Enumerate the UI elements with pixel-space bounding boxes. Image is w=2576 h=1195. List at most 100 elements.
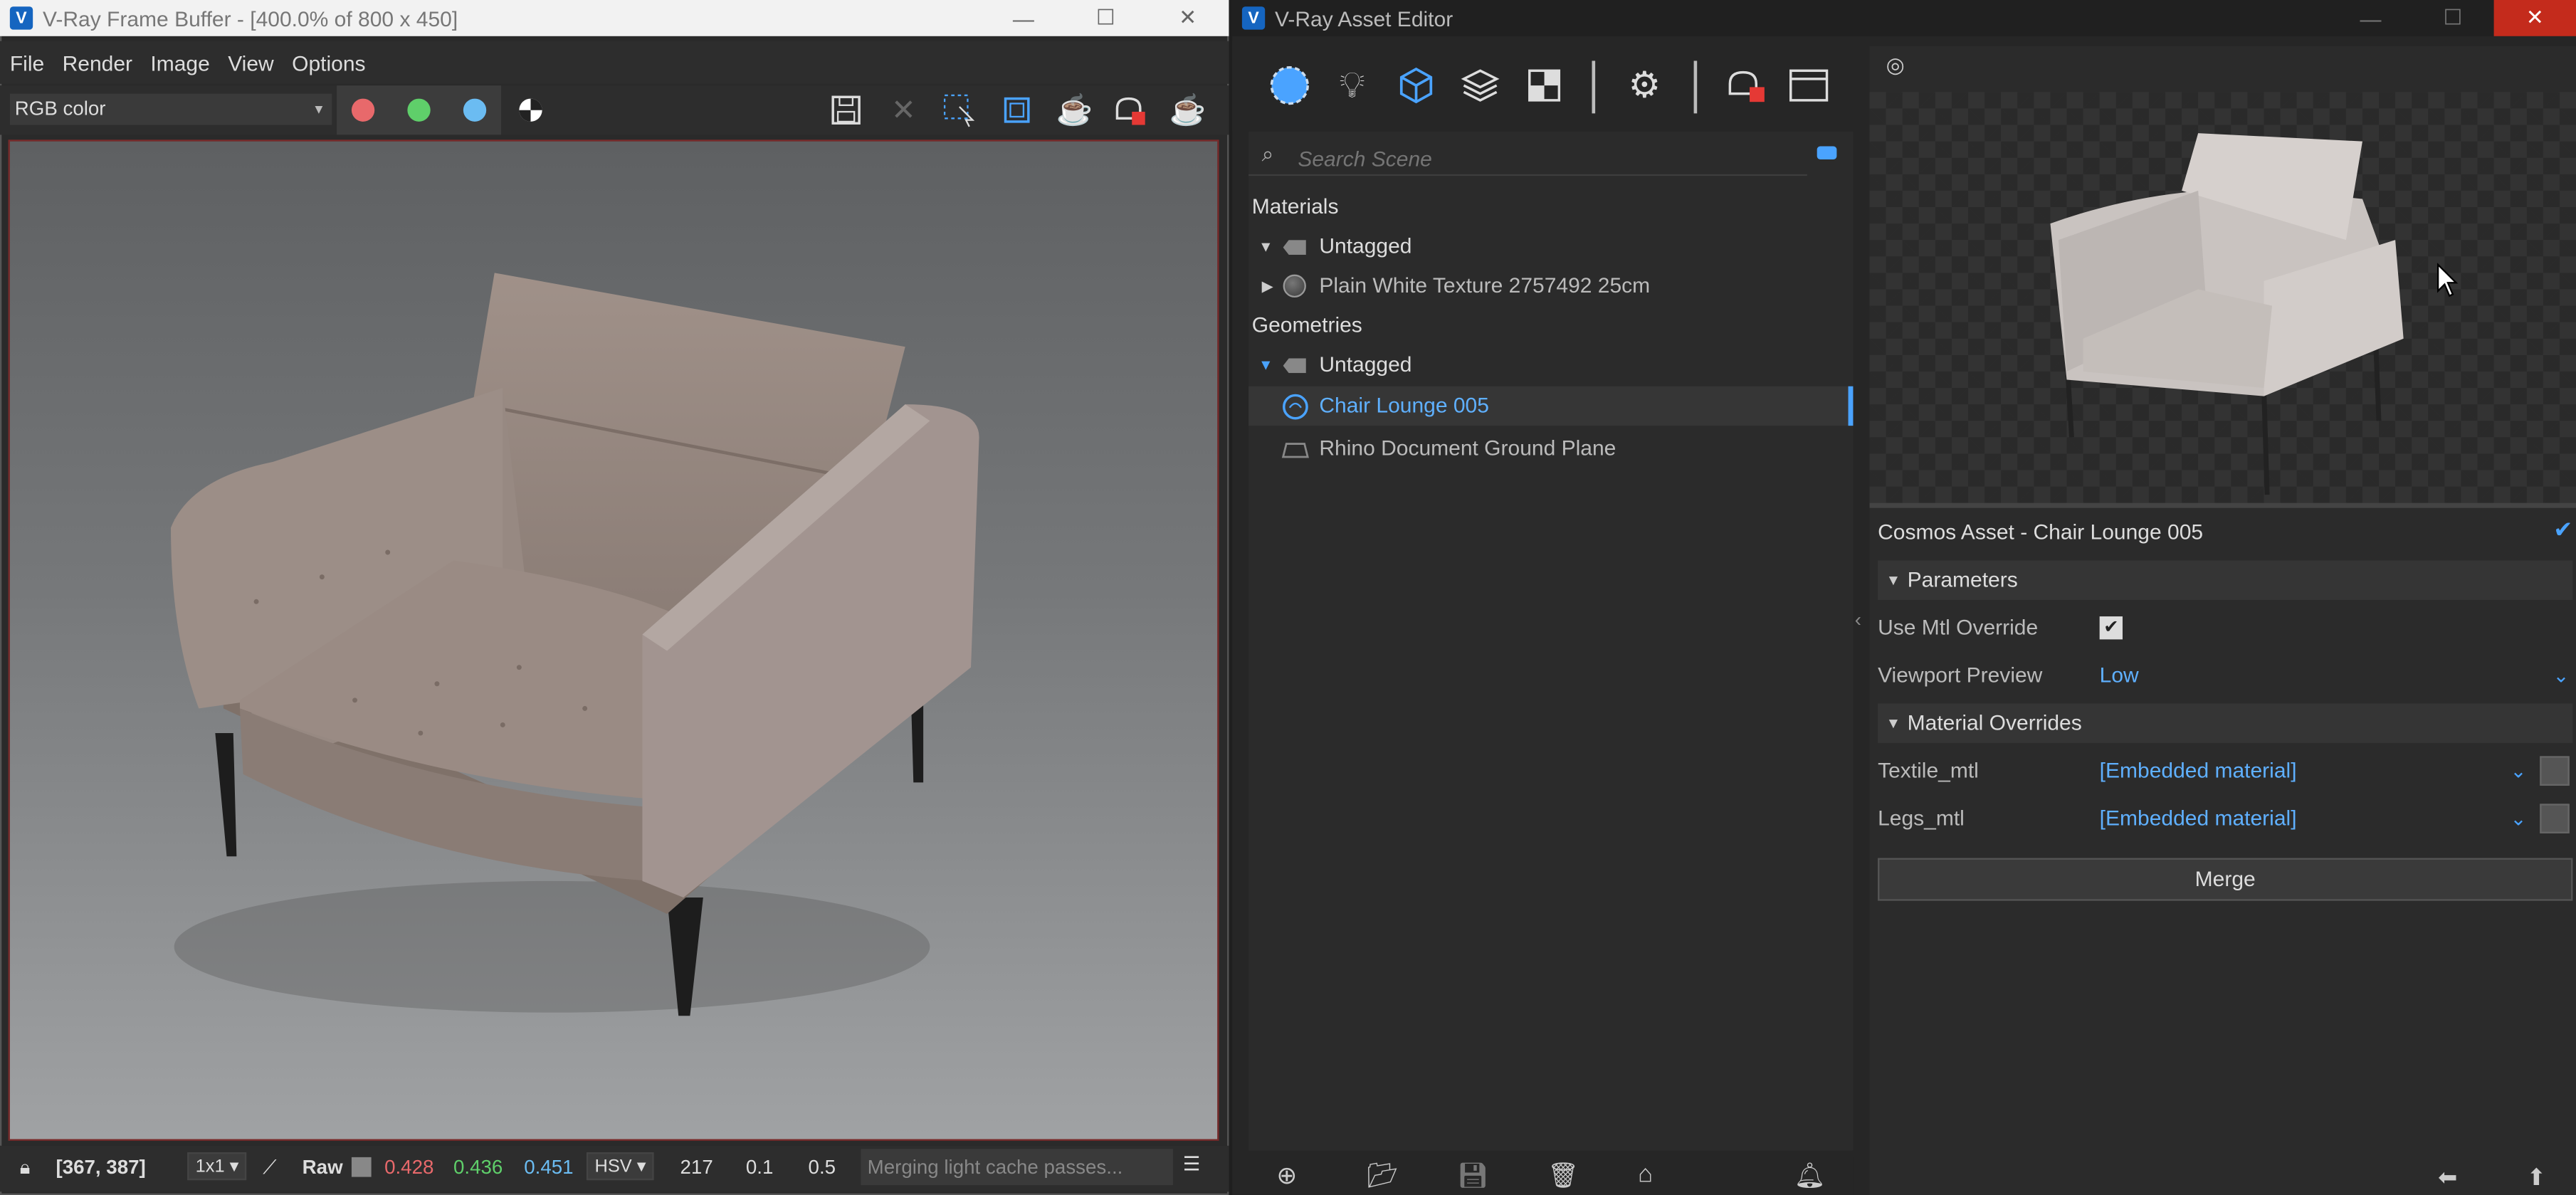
tree-header-materials[interactable]: Materials — [1248, 187, 1853, 226]
chevron-down-icon[interactable]: ⌄ — [2553, 658, 2570, 694]
save-image-icon[interactable] — [826, 90, 866, 130]
settings-gear-icon[interactable]: ⚙ — [1620, 60, 1669, 110]
arrow-up-icon[interactable]: ⬆ — [2527, 1164, 2546, 1191]
arrow-left-icon[interactable]: ⬅ — [2438, 1164, 2457, 1191]
properties-panel: ◎ Cosmos Asset - Chair Lounge 005 ✔ Para… — [1869, 46, 2576, 1195]
viewport-preview-select[interactable]: Low — [2100, 658, 2139, 694]
tree-header-geometries[interactable]: Geometries — [1248, 306, 1853, 345]
minimize-icon[interactable]: — — [2330, 0, 2412, 36]
material-item-label: Plain White Texture 2757492 25cm — [1319, 273, 1651, 298]
menu-image[interactable]: Image — [141, 50, 219, 75]
save-icon[interactable]: 💾︎ — [1457, 1160, 1488, 1190]
tag-icon — [1283, 240, 1306, 255]
lights-icon[interactable]: 💡︎ — [1328, 60, 1377, 110]
material-overrides-header-label: Material Overrides — [1907, 710, 2082, 735]
menu-options[interactable]: Options — [282, 50, 374, 75]
red-channel-button[interactable] — [351, 98, 375, 122]
merge-button[interactable]: Merge — [1878, 858, 2573, 901]
chevron-down-icon[interactable]: ⌄ — [2511, 801, 2527, 837]
chevron-left-icon[interactable]: ‹ — [1855, 609, 1861, 631]
outliner-bottom-toolbar: ⊕ 📂︎ 💾︎ 🗑︎ ⌂ 🔔︎ — [1248, 1157, 1854, 1195]
menu-file[interactable]: File — [0, 50, 53, 75]
delete-icon[interactable]: 🗑︎ — [1547, 1160, 1579, 1190]
teapot-render-icon[interactable] — [1110, 90, 1150, 130]
gamma-curve-icon[interactable]: ⟋ — [263, 1156, 276, 1181]
texture-slot-icon[interactable] — [2540, 804, 2570, 833]
render-status-message: Merging light cache passes... — [861, 1149, 1173, 1186]
tree-tag-untagged-geometries[interactable]: ▼ Untagged — [1248, 345, 1853, 384]
alpha-channel-icon[interactable] — [511, 90, 550, 130]
enabled-check-icon[interactable]: ✔ — [2553, 516, 2572, 544]
log-icon[interactable]: ☰ — [1183, 1152, 1201, 1175]
chevron-down-icon[interactable]: ⌄ — [2511, 753, 2527, 789]
ratio-select[interactable]: 1x1 ▾ — [187, 1152, 247, 1181]
tag-icon — [1283, 358, 1306, 374]
color-space-value: HSV — [594, 1157, 632, 1177]
tag-filter-icon[interactable] — [1817, 146, 1837, 160]
toolbar-divider — [1693, 60, 1698, 114]
maximize-icon[interactable]: ☐ — [1065, 0, 1147, 36]
close-icon[interactable]: ✕ — [2493, 0, 2576, 36]
geometries-header-label: Geometries — [1251, 312, 1362, 337]
tree-item-chair-lounge[interactable]: Chair Lounge 005 — [1248, 386, 1854, 426]
pixel-g-value: 0.436 — [453, 1155, 503, 1179]
tree-item-ground-plane[interactable]: Rhino Document Ground Plane — [1248, 429, 1853, 468]
clear-image-icon[interactable]: ✕ — [884, 90, 923, 130]
expand-right-icon[interactable]: ▶ — [1262, 266, 1273, 305]
textile-mtl-select[interactable]: [Embedded material] — [2100, 753, 2297, 789]
use-mtl-override-checkbox[interactable]: ✔ — [2099, 616, 2123, 640]
preview-settings-icon[interactable]: ◎ — [1886, 53, 1905, 79]
lock-icon[interactable]: 🔒︎ — [20, 1156, 31, 1181]
green-channel-button[interactable] — [407, 98, 431, 122]
parameters-header-label: Parameters — [1907, 567, 2018, 592]
legs-mtl-select[interactable]: [Embedded material] — [2100, 801, 2297, 837]
layers-icon[interactable] — [1456, 60, 1505, 110]
section-material-overrides[interactable]: Material Overrides — [1878, 703, 2573, 743]
cosmos-asset-icon — [1281, 393, 1309, 434]
track-mouse-icon[interactable] — [997, 90, 1036, 130]
color-space-select[interactable]: HSV ▾ — [586, 1152, 655, 1181]
channel-select[interactable]: RGB color ▼ — [9, 93, 332, 125]
fb-status-bar: 🔒︎ [367, 387] 1x1 ▾ ⟋ Raw 0.428 0.436 0.… — [0, 1145, 1229, 1192]
render-viewport[interactable] — [8, 139, 1219, 1141]
notifications-bell-icon[interactable]: 🔔︎ — [1794, 1160, 1825, 1190]
section-parameters[interactable]: Parameters — [1878, 560, 2573, 600]
prop-use-mtl-override: Use Mtl Override ✔ — [1878, 610, 2572, 646]
tree-tag-untagged-materials[interactable]: ▼ Untagged — [1248, 227, 1853, 266]
tree-item-material[interactable]: ▶ Plain White Texture 2757492 25cm — [1248, 266, 1853, 305]
frame-buffer-window: V V-Ray Frame Buffer - [400.0% of 800 x … — [0, 0, 1229, 1195]
asset-title: Cosmos Asset - Chair Lounge 005 — [1878, 519, 2204, 544]
region-render-icon[interactable] — [940, 90, 979, 130]
search-bar: ⌕ — [1248, 138, 1807, 177]
chair-lounge-label: Chair Lounge 005 — [1319, 392, 1489, 418]
raw-mode-label[interactable]: Raw — [303, 1156, 343, 1179]
render-teapot-icon[interactable] — [1722, 60, 1771, 110]
prop-viewport-preview: Viewport Preview Low ⌄ — [1878, 658, 2572, 694]
search-input[interactable] — [1294, 141, 1794, 174]
panel-collapse-handle[interactable]: ‹ — [1853, 131, 1870, 1195]
pixel-coords: [367, 387] — [56, 1155, 146, 1179]
expand-down-icon[interactable]: ▼ — [1258, 227, 1273, 266]
teapot-interactive-icon[interactable]: ☕ — [1055, 90, 1094, 130]
legs-mtl-label: Legs_mtl — [1878, 805, 1965, 831]
blue-channel-button[interactable] — [463, 98, 487, 122]
menu-view[interactable]: View — [218, 50, 282, 75]
minimize-icon[interactable]: — — [982, 0, 1064, 36]
expand-down-icon[interactable]: ▼ — [1258, 345, 1273, 384]
menu-render[interactable]: Render — [53, 50, 141, 75]
close-icon[interactable]: ✕ — [1147, 0, 1229, 36]
texture-slot-icon[interactable] — [2540, 756, 2570, 786]
open-folder-icon[interactable]: 📂︎ — [1367, 1160, 1398, 1190]
geometry-icon[interactable] — [1392, 60, 1441, 110]
chair-preview-image — [2050, 133, 2404, 495]
purge-broom-icon[interactable]: ⌂ — [1638, 1160, 1653, 1188]
add-asset-icon[interactable]: ⊕ — [1276, 1160, 1297, 1190]
mouse-cursor-icon — [2436, 263, 2459, 298]
use-mtl-override-label: Use Mtl Override — [1878, 614, 2039, 640]
materials-icon[interactable] — [1265, 60, 1314, 110]
textures-icon[interactable] — [1520, 60, 1569, 110]
frame-buffer-icon[interactable] — [1784, 60, 1834, 110]
maximize-icon[interactable]: ☐ — [2412, 0, 2493, 36]
teapot-stop-icon[interactable]: ☕ — [1168, 90, 1207, 130]
armchair-render-image — [171, 273, 979, 1016]
